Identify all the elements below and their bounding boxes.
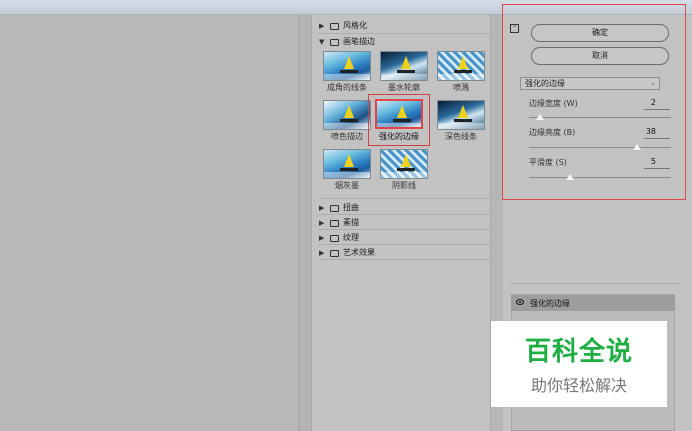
folder-icon [330, 249, 339, 257]
folder-icon [330, 234, 339, 242]
divider [319, 244, 489, 245]
chevron-down-icon: ▼ [319, 38, 325, 46]
edge-brightness-slider-thumb[interactable] [632, 144, 641, 150]
filter-label[interactable]: 阴影线 [372, 180, 436, 191]
edge-width-slider-thumb[interactable] [536, 114, 545, 120]
folder-icon [330, 22, 339, 30]
edge-width-slider-track[interactable] [529, 117, 671, 118]
folder-stylize[interactable]: ▶ 风格化 [319, 20, 489, 32]
folder-label: 纹理 [343, 233, 359, 242]
ok-button[interactable]: 确定 [531, 24, 669, 42]
edge-width-underline [644, 109, 670, 110]
filter-label[interactable]: 深色线条 [429, 131, 493, 142]
folder-icon [330, 38, 339, 46]
divider [319, 214, 489, 215]
filter-thumb-crosshatch[interactable] [380, 149, 428, 179]
cancel-button[interactable]: 取消 [531, 47, 669, 65]
smoothness-input[interactable]: 5 [630, 157, 656, 166]
filter-thumb-sumi-e[interactable] [323, 149, 371, 179]
filter-select-value: 强化的边缘 [525, 79, 565, 88]
watermark-logo: 百科全说 助你轻松解决 [491, 321, 667, 407]
filter-thumb-dark-strokes[interactable] [437, 100, 485, 130]
filter-label[interactable]: 喷溅 [429, 82, 493, 93]
filter-thumb-angled-strokes[interactable] [323, 51, 371, 81]
chevron-right-icon: ▶ [319, 204, 325, 212]
filter-label[interactable]: 成角的线条 [315, 82, 379, 93]
divider [319, 259, 489, 260]
divider [319, 229, 489, 230]
filter-thumb-spatter[interactable] [437, 51, 485, 81]
edge-brightness-underline [644, 138, 670, 139]
folder-artistic[interactable]: ▶ 艺术效果 [319, 247, 489, 259]
watermark-title: 百科全说 [524, 337, 633, 367]
folder-texture[interactable]: ▶ 纹理 [319, 232, 489, 244]
collapse-panel-icon[interactable]: ⌃ [510, 24, 519, 33]
edge-width-label: 边缘宽度 (W) [529, 99, 578, 108]
smoothness-slider-thumb[interactable] [566, 174, 575, 180]
divider [319, 198, 489, 199]
preview-scrollbar[interactable] [298, 15, 311, 431]
chevron-down-icon: ⌄ [650, 79, 656, 87]
chevron-right-icon: ▶ [319, 234, 325, 242]
folder-label: 扭曲 [343, 203, 359, 212]
edge-brightness-input[interactable]: 38 [630, 127, 656, 136]
filter-select[interactable]: 强化的边缘 ⌄ [520, 77, 660, 90]
edge-brightness-label: 边缘亮度 (B) [529, 128, 576, 137]
folder-label: 画笔描边 [343, 37, 375, 46]
filter-thumb-accented-edges[interactable] [375, 99, 423, 129]
folder-label: 风格化 [343, 21, 367, 30]
folder-icon [330, 204, 339, 212]
folder-brush-strokes[interactable]: ▼ 画笔描边 [319, 36, 489, 48]
filter-label[interactable]: 烟灰墨 [315, 180, 379, 191]
edge-width-input[interactable]: 2 [630, 98, 656, 107]
filter-label-selected[interactable]: 强化的边缘 [367, 131, 431, 142]
filter-label[interactable]: 墨水轮廓 [372, 82, 436, 93]
divider [510, 283, 682, 284]
chevron-right-icon: ▶ [319, 22, 325, 30]
chevron-right-icon: ▶ [319, 249, 325, 257]
smoothness-underline [644, 168, 670, 169]
watermark-subtitle: 助你轻松解决 [530, 376, 627, 395]
filter-thumb-ink-outlines[interactable] [380, 51, 428, 81]
smoothness-label: 平滑度 (S) [529, 158, 567, 167]
folder-label: 素描 [343, 218, 359, 227]
folder-icon [330, 219, 339, 227]
eye-icon[interactable] [516, 299, 524, 305]
folder-label: 艺术效果 [343, 248, 375, 257]
smoothness-slider-track[interactable] [529, 177, 671, 178]
folder-sketch[interactable]: ▶ 素描 [319, 217, 489, 229]
folder-distort[interactable]: ▶ 扭曲 [319, 202, 489, 214]
preview-canvas[interactable] [0, 15, 298, 431]
effect-layer-label: 强化的边缘 [530, 299, 570, 308]
filter-thumb-sprayed-strokes[interactable] [323, 100, 371, 130]
edge-brightness-slider-track[interactable] [529, 147, 671, 148]
divider [319, 33, 489, 34]
chevron-right-icon: ▶ [319, 219, 325, 227]
